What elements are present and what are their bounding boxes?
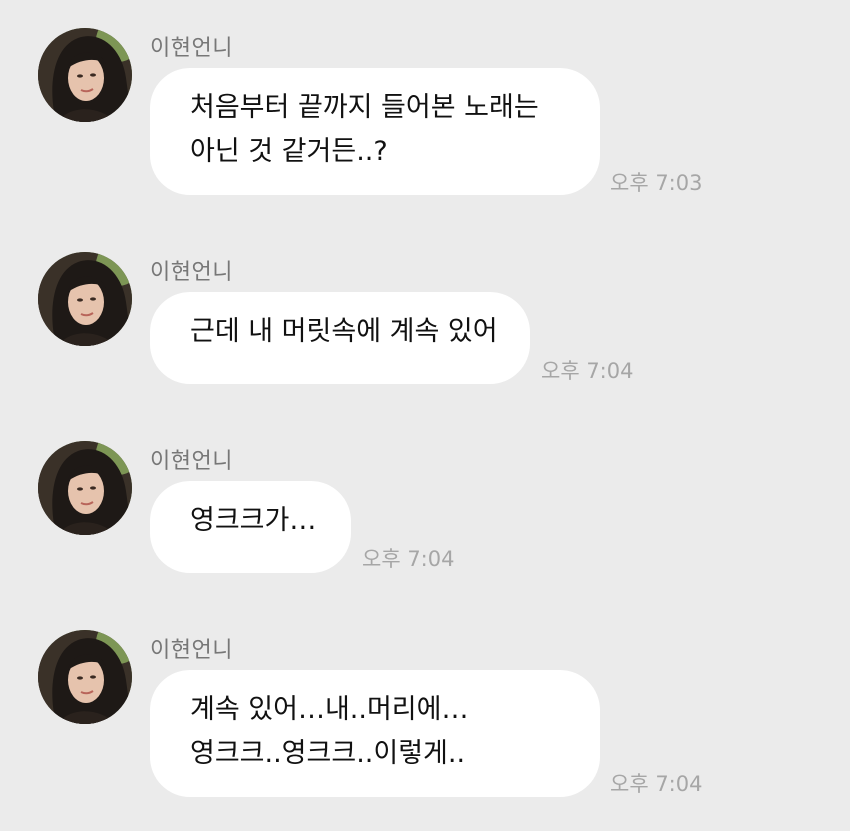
message-text-line: 아닌 것 같거든..? bbox=[190, 136, 388, 167]
chat-thread: 이현언니 처음부터 끝까지 들어본 노래는 아닌 것 같거든..? 오후 7:0… bbox=[0, 0, 850, 831]
sender-avatar[interactable] bbox=[38, 28, 132, 122]
message-text-line: 영크크..영크크..이렇게.. bbox=[190, 738, 466, 769]
sender-name: 이현언니 bbox=[150, 638, 233, 663]
message-bubble[interactable]: 근데 내 머릿속에 계속 있어 bbox=[150, 292, 530, 384]
message-timestamp: 오후 7:03 bbox=[610, 171, 703, 195]
message-text-line: 계속 있어…내..머리에… bbox=[190, 694, 469, 725]
message-timestamp: 오후 7:04 bbox=[541, 359, 634, 383]
avatar-photo-icon bbox=[38, 252, 132, 346]
message-bubble[interactable]: 처음부터 끝까지 들어본 노래는 아닌 것 같거든..? bbox=[150, 68, 600, 195]
sender-name: 이현언니 bbox=[150, 36, 233, 61]
sender-avatar[interactable] bbox=[38, 441, 132, 535]
message-timestamp: 오후 7:04 bbox=[610, 772, 703, 796]
avatar-photo-icon bbox=[38, 630, 132, 724]
sender-avatar[interactable] bbox=[38, 252, 132, 346]
message-bubble[interactable]: 영크크가… bbox=[150, 481, 351, 573]
sender-name: 이현언니 bbox=[150, 449, 233, 474]
message-text-line: 근데 내 머릿속에 계속 있어 bbox=[190, 316, 498, 347]
avatar-photo-icon bbox=[38, 441, 132, 535]
message-text-line: 처음부터 끝까지 들어본 노래는 bbox=[190, 92, 539, 123]
avatar-photo-icon bbox=[38, 28, 132, 122]
sender-name: 이현언니 bbox=[150, 260, 233, 285]
sender-avatar[interactable] bbox=[38, 630, 132, 724]
message-timestamp: 오후 7:04 bbox=[362, 547, 455, 571]
message-bubble[interactable]: 계속 있어…내..머리에… 영크크..영크크..이렇게.. bbox=[150, 670, 600, 797]
message-text-line: 영크크가… bbox=[190, 505, 317, 536]
